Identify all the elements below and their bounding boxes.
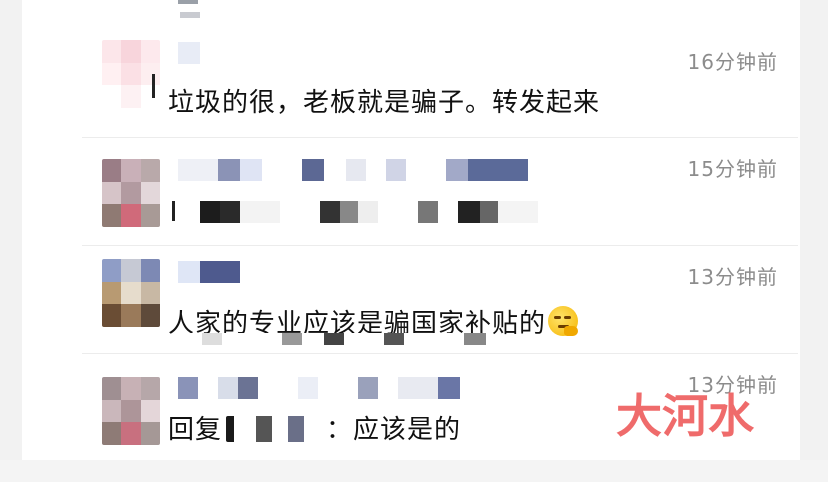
comment-time: 13分钟前 xyxy=(687,265,778,289)
watermark-text: 大河水 xyxy=(616,389,755,443)
username-redacted[interactable] xyxy=(178,159,528,181)
comment-time: 15分钟前 xyxy=(687,157,778,181)
comment-time: 16分钟前 xyxy=(687,50,778,74)
comment-text: ：应该是的 xyxy=(326,415,462,445)
username-redacted[interactable] xyxy=(178,261,240,283)
comment-text-row: 回复 ：应该是的 xyxy=(168,409,461,446)
reply-label: 回复 xyxy=(168,415,223,445)
avatar[interactable] xyxy=(102,377,160,445)
comment-divider xyxy=(82,353,798,354)
comment-item[interactable]: 16分钟前 垃圾的很，老板就是骗子。转发起来 xyxy=(82,38,798,146)
thinking-face-icon xyxy=(548,306,579,336)
comment-divider xyxy=(82,245,798,246)
text-cursor-mark xyxy=(152,74,155,98)
text-cursor-mark xyxy=(172,201,175,221)
username-redacted[interactable] xyxy=(178,42,200,64)
avatar[interactable] xyxy=(102,259,160,327)
comment-feed: 16分钟前 垃圾的很，老板就是骗子。转发起来 15分钟前 13分钟前 人家的专业… xyxy=(0,0,828,482)
reply-username-redacted[interactable] xyxy=(226,416,323,442)
comment-item[interactable]: 13分钟前 人家的专业应该是骗国家补贴的 xyxy=(82,245,798,353)
watermark-logo: 大河水 xyxy=(616,389,755,443)
comment-text-redacted xyxy=(182,201,538,223)
previous-comment-fragment xyxy=(178,0,202,20)
bottom-edge-shade xyxy=(0,460,828,482)
username-redacted[interactable] xyxy=(178,377,460,399)
secondary-line-redacted xyxy=(182,333,486,345)
avatar[interactable] xyxy=(102,159,160,227)
left-edge-shade xyxy=(0,0,22,482)
comment-text: 垃圾的很，老板就是骗子。转发起来 xyxy=(168,88,601,118)
comment-divider xyxy=(82,137,798,138)
comment-item[interactable]: 15分钟前 xyxy=(82,137,798,245)
